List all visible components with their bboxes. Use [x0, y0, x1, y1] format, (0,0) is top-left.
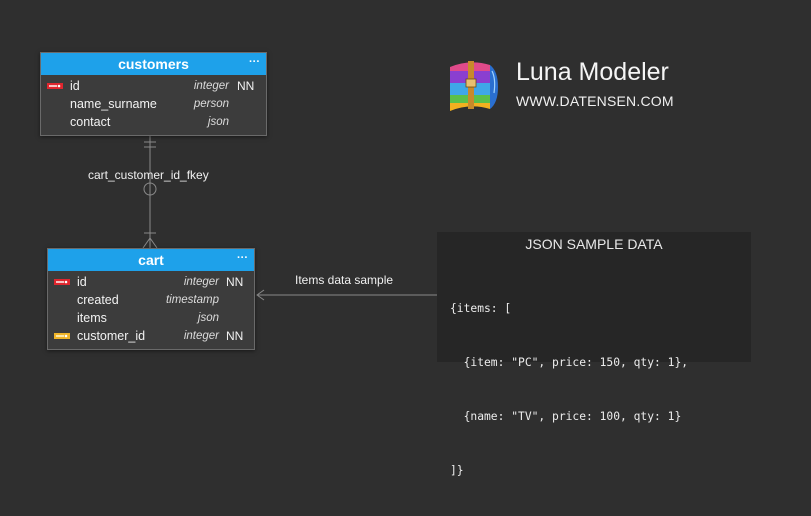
primary-key-icon	[54, 279, 70, 285]
column-type: timestamp	[165, 294, 219, 306]
primary-key-icon	[47, 83, 63, 89]
cart-table[interactable]: cart ··· id integer NN created timestamp…	[47, 248, 255, 350]
table-name: customers	[118, 56, 189, 72]
code-line: {item: "PC", price: 150, qty: 1},	[450, 356, 689, 369]
relationship-line[interactable]	[142, 135, 158, 249]
column-type: integer	[193, 80, 229, 92]
code-line: ]}	[450, 464, 464, 477]
column-type: json	[207, 116, 229, 128]
column-name: contact	[70, 115, 111, 129]
json-note-title: JSON SAMPLE DATA	[525, 236, 663, 252]
column-list: id integer NN created timestamp items js…	[48, 271, 254, 349]
column-type: integer	[183, 330, 219, 342]
column-row[interactable]: customer_id integer NN	[48, 327, 254, 345]
not-null-flag: NN	[237, 79, 255, 93]
column-row[interactable]: items json	[48, 309, 254, 327]
table-name: cart	[138, 252, 164, 268]
table-header[interactable]: cart ···	[48, 249, 254, 271]
json-note-code: {items: [ {item: "PC", price: 150, qty: …	[450, 264, 688, 516]
column-row[interactable]: id integer NN	[41, 77, 266, 95]
column-row[interactable]: name_surname person	[41, 95, 266, 113]
column-type: person	[193, 98, 229, 110]
json-note-box[interactable]: JSON SAMPLE DATA {items: [ {item: "PC", …	[437, 232, 751, 477]
column-row[interactable]: id integer NN	[48, 273, 254, 291]
luna-modeler-logo-icon	[450, 61, 498, 112]
code-line: {name: "TV", price: 100, qty: 1}	[450, 410, 682, 423]
column-list: id integer NN name_surname person contac…	[41, 75, 266, 135]
brand-url: WWW.DATENSEN.COM	[516, 93, 674, 109]
table-menu-icon[interactable]: ···	[249, 53, 260, 71]
column-name: id	[70, 79, 80, 93]
column-name: customer_id	[77, 329, 146, 343]
column-name: name_surname	[70, 97, 157, 111]
not-null-flag: NN	[226, 275, 244, 289]
foreign-key-icon	[54, 333, 70, 339]
column-name: created	[77, 293, 119, 307]
note-link-label[interactable]: Items data sample	[295, 273, 393, 287]
column-row[interactable]: created timestamp	[48, 291, 254, 309]
relationship-label[interactable]: cart_customer_id_fkey	[88, 168, 209, 182]
brand-title: Luna Modeler	[516, 58, 669, 86]
table-menu-icon[interactable]: ···	[237, 249, 248, 267]
table-header[interactable]: customers ···	[41, 53, 266, 75]
note-link-line[interactable]	[256, 289, 437, 301]
column-type: integer	[183, 276, 219, 288]
code-line: {items: [	[450, 302, 512, 315]
column-row[interactable]: contact json	[41, 113, 266, 131]
column-name: id	[77, 275, 87, 289]
customers-table[interactable]: customers ··· id integer NN name_surname…	[40, 52, 267, 136]
not-null-flag: NN	[226, 329, 244, 343]
column-name: items	[77, 311, 107, 325]
column-type: json	[197, 312, 219, 324]
